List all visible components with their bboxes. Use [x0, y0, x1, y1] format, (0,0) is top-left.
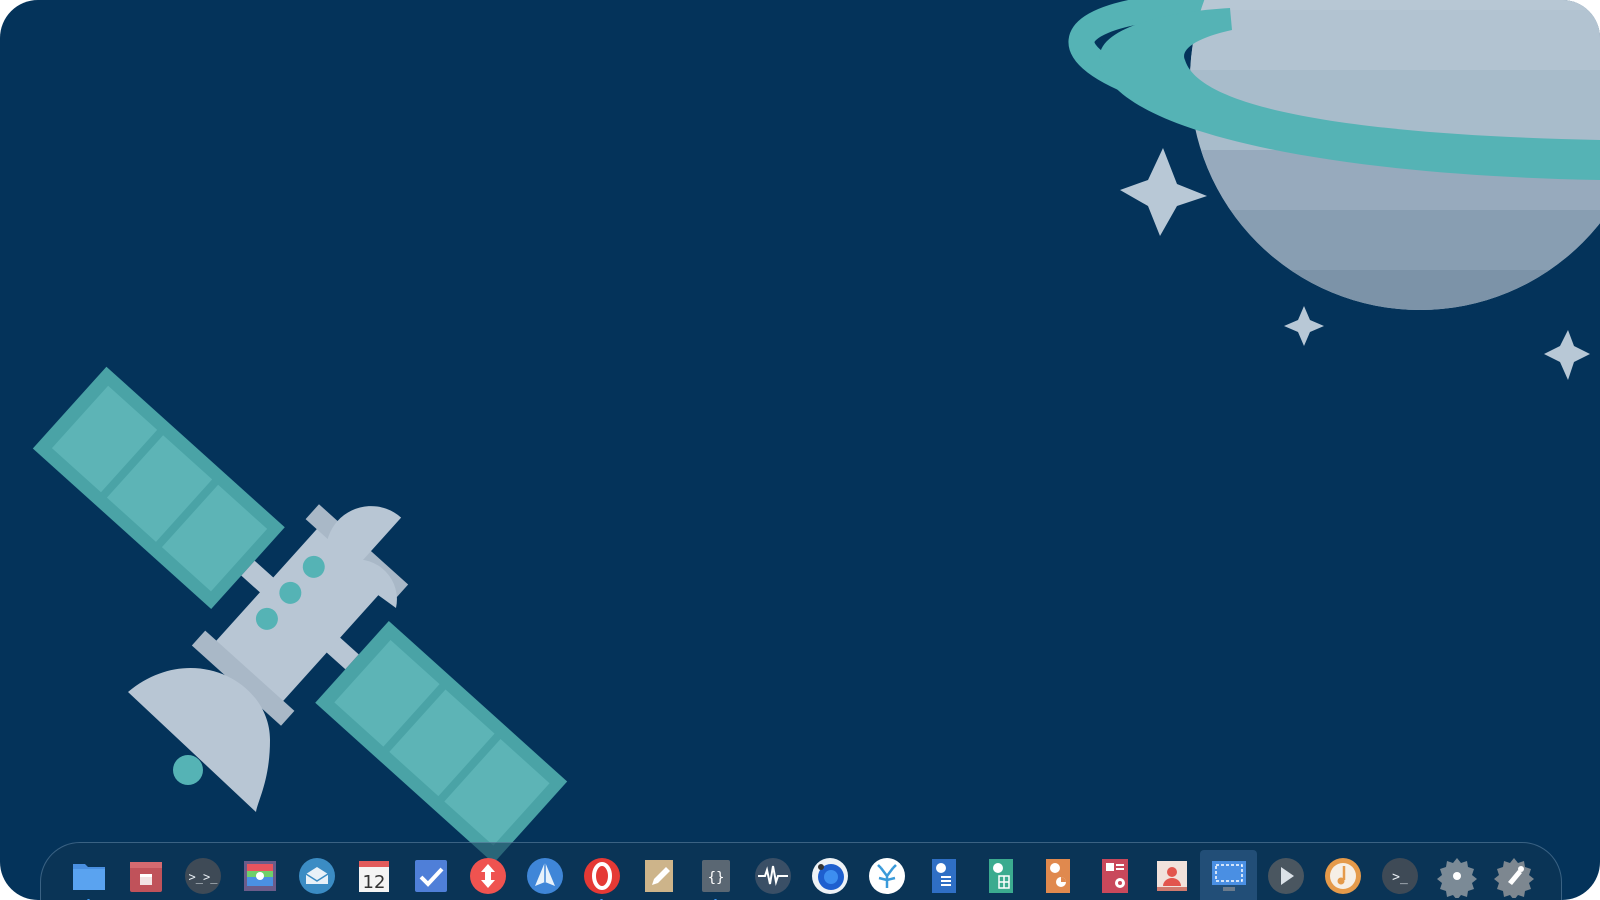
- dock-item-document-viewer[interactable]: [1086, 850, 1143, 900]
- dock-item-settings[interactable]: [1428, 850, 1485, 900]
- desktop: >_>_ 12 {} >_: [0, 0, 1600, 900]
- shell-icon: >_: [1381, 858, 1418, 894]
- wallpaper: [32, 0, 1600, 864]
- waveform-icon: [754, 858, 791, 894]
- dock-item-writer[interactable]: [915, 850, 972, 900]
- gimp-icon: [1493, 858, 1534, 898]
- folder-icon: [72, 864, 105, 890]
- terminal-icon: >_>_: [184, 858, 221, 894]
- dock-item-code-editor[interactable]: {}: [687, 850, 744, 900]
- dock-item-audio-recorder[interactable]: [744, 850, 801, 900]
- star-right: [1544, 330, 1590, 380]
- document-w-icon: [931, 859, 956, 893]
- photo-viewer-icon: [243, 861, 276, 891]
- store-icon: [129, 862, 162, 892]
- updown-icon: [469, 858, 506, 894]
- dock-item-coral[interactable]: [858, 850, 915, 900]
- braces-icon: {}: [701, 860, 730, 892]
- dock-item-mail[interactable]: [288, 850, 345, 900]
- calendar-day: 12: [362, 872, 385, 893]
- music-icon: [1324, 858, 1361, 894]
- dock-item-screenshot[interactable]: [1200, 850, 1257, 900]
- dock-item-text-editor[interactable]: [630, 850, 687, 900]
- satellite-illustration: [32, 366, 568, 864]
- contact-icon: [1156, 861, 1187, 891]
- dock-item-opera[interactable]: [573, 850, 630, 900]
- spreadsheet-icon: [988, 859, 1013, 893]
- document-viewer-icon: [1101, 859, 1128, 893]
- dock-item-terminal[interactable]: >_>_: [174, 850, 231, 900]
- gear-icon: [1436, 858, 1477, 898]
- dock-item-video-player[interactable]: [1257, 850, 1314, 900]
- paper-plane-icon: [526, 858, 563, 894]
- star-small: [1284, 306, 1324, 346]
- camera-icon: [811, 858, 848, 894]
- dock-item-camera[interactable]: [801, 850, 858, 900]
- dock-item-music[interactable]: [1314, 850, 1371, 900]
- mail-icon: [298, 858, 335, 894]
- dock-item-files[interactable]: [60, 850, 117, 900]
- svg-text:>_>_: >_>_: [188, 870, 218, 884]
- dock-item-presentation[interactable]: [1029, 850, 1086, 900]
- dock-item-image-viewer[interactable]: [231, 850, 288, 900]
- dock-item-telegram[interactable]: [516, 850, 573, 900]
- planet-illustration: [1068, 0, 1600, 310]
- dock-item-transfer[interactable]: [459, 850, 516, 900]
- satellite-dish-knob: [173, 755, 203, 785]
- dock-item-spreadsheet[interactable]: [972, 850, 1029, 900]
- svg-text:{}: {}: [707, 870, 724, 886]
- dock-item-app-center[interactable]: [117, 850, 174, 900]
- dock-item-gimp[interactable]: [1485, 850, 1542, 900]
- checkmark-icon: [414, 860, 447, 892]
- calendar-icon: 12: [358, 861, 389, 893]
- screenshot-icon: [1211, 861, 1246, 891]
- play-icon: [1267, 858, 1304, 894]
- dock-items: >_>_ 12 {} >_: [60, 850, 1542, 900]
- dock-item-shell[interactable]: >_: [1371, 850, 1428, 900]
- dock-item-calendar[interactable]: 12: [345, 850, 402, 900]
- pencil-icon: [644, 860, 673, 892]
- svg-text:>_: >_: [1392, 870, 1408, 885]
- dock-item-todo[interactable]: [402, 850, 459, 900]
- coral-icon: [868, 858, 905, 894]
- star-large: [1120, 148, 1207, 236]
- dock-item-contacts[interactable]: [1143, 850, 1200, 900]
- presentation-icon: [1045, 859, 1070, 893]
- opera-icon: [583, 858, 620, 894]
